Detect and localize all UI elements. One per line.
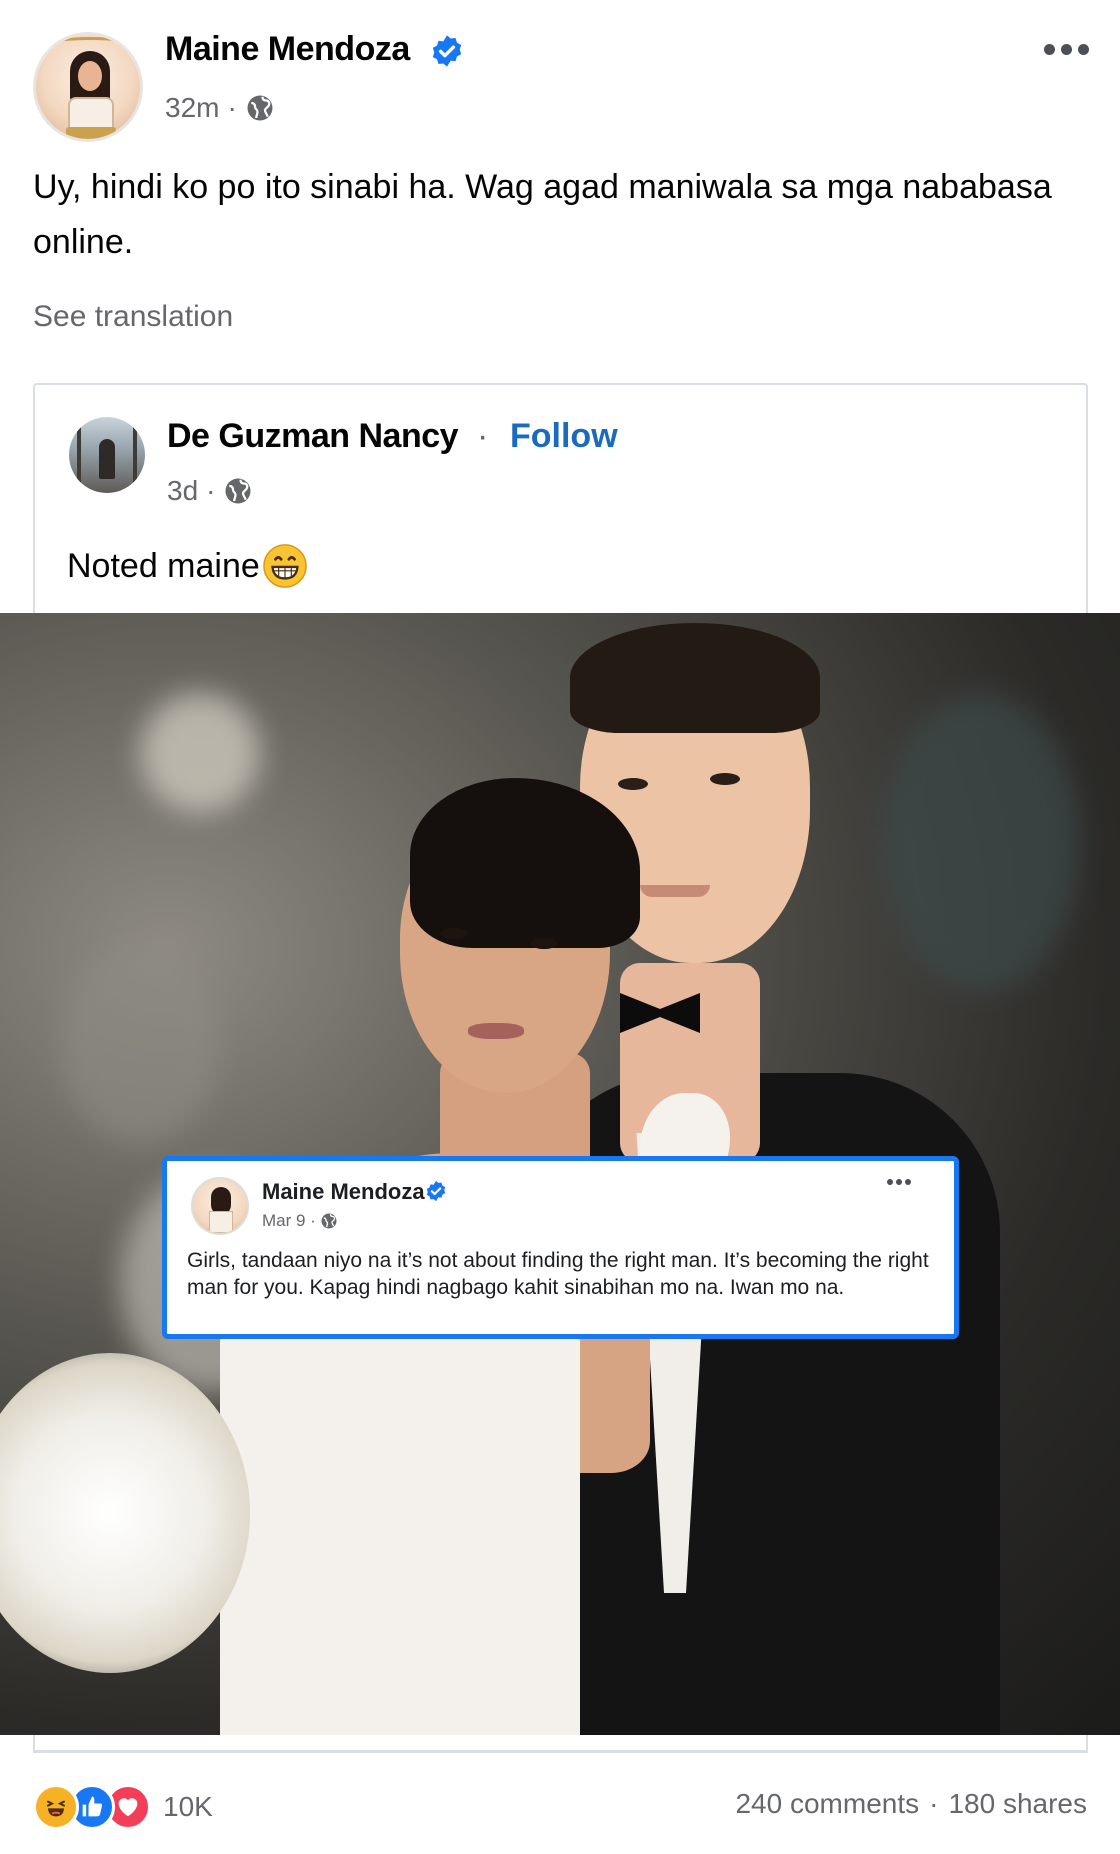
verified-badge-icon (432, 35, 462, 67)
more-options-icon[interactable] (1040, 34, 1092, 64)
follow-button[interactable]: Follow (510, 417, 618, 456)
shared-author-name[interactable]: De Guzman Nancy (167, 417, 459, 456)
globe-icon (225, 478, 251, 504)
see-translation-link[interactable]: See translation (33, 300, 233, 334)
wedding-photo[interactable]: Maine Mendoza Mar 9 · Girls, tandaan niy… (0, 613, 1120, 1735)
post-meta: 32m · (165, 92, 275, 124)
post-header: Maine Mendoza 32m · (0, 0, 1120, 142)
embedded-avatar (191, 1177, 249, 1235)
grinning-face-icon (262, 544, 307, 588)
more-options-icon (887, 1179, 911, 1185)
haha-reaction-icon (33, 1784, 79, 1830)
shared-meta: 3d · (167, 475, 253, 507)
background-blur (140, 693, 260, 813)
globe-icon (321, 1213, 337, 1229)
embedded-author-name: Maine Mendoza (262, 1179, 425, 1204)
reaction-count[interactable]: 10K (163, 1791, 213, 1823)
background-blur (60, 943, 220, 1143)
card-bottom-border (33, 1750, 1088, 1752)
meta-separator: · (227, 92, 237, 123)
engagement-separator: · (929, 1788, 939, 1819)
author-name[interactable]: Maine Mendoza (165, 30, 410, 69)
engagement-stats: 240 comments · 180 shares (735, 1788, 1087, 1820)
embedded-meta: Mar 9 · (262, 1211, 338, 1231)
comments-count[interactable]: 240 comments (735, 1788, 919, 1820)
shared-post-text: Noted maine (67, 543, 308, 589)
wedding-dress (220, 1313, 580, 1735)
shared-separator: · (477, 417, 489, 455)
verified-badge-icon (426, 1180, 446, 1202)
bouquet (0, 1353, 250, 1673)
embedded-date: Mar 9 · (262, 1211, 316, 1230)
embedded-post-text: Girls, tandaan niyo na it’s not about fi… (187, 1249, 929, 1299)
reaction-summary[interactable]: 10K (33, 1782, 213, 1832)
background-blur (880, 693, 1080, 993)
post-text: Uy, hindi ko po ito sinabi ha. Wag agad … (33, 168, 1052, 261)
shared-time[interactable]: 3d (167, 475, 198, 507)
embedded-post-screenshot: Maine Mendoza Mar 9 · Girls, tandaan niy… (162, 1156, 959, 1339)
post-time[interactable]: 32m (165, 92, 219, 124)
shared-author-avatar[interactable] (69, 417, 145, 493)
author-avatar[interactable] (33, 32, 143, 142)
shared-text-content: Noted maine (67, 546, 260, 585)
shares-count[interactable]: 180 shares (948, 1788, 1087, 1820)
globe-icon (247, 95, 273, 121)
shared-meta-separator: · (206, 475, 216, 506)
